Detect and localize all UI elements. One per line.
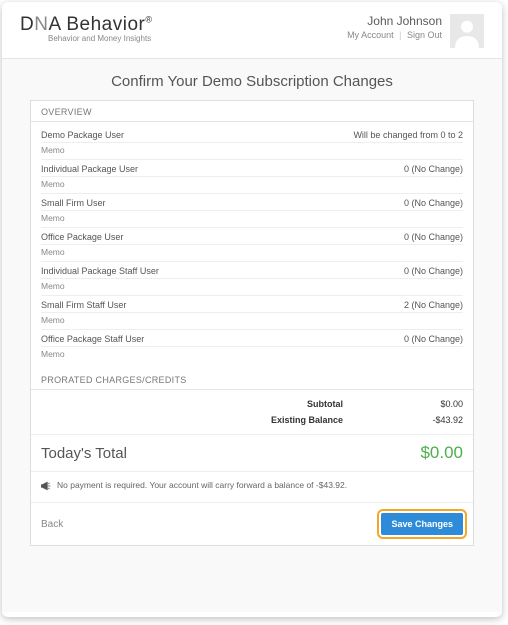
- overview-row: Small Firm User0 (No Change): [41, 194, 463, 211]
- logo[interactable]: DNA Behavior® Behavior and Money Insight…: [20, 14, 153, 43]
- overview-row: Office Package Staff User0 (No Change): [41, 330, 463, 347]
- charges-heading: PRORATED CHARGES/CREDITS: [31, 369, 473, 390]
- notice: No payment is required. Your account wil…: [31, 471, 473, 502]
- overview-body: Demo Package UserWill be changed from 0 …: [31, 122, 473, 369]
- notice-text: No payment is required. Your account wil…: [57, 480, 347, 494]
- sign-out-link[interactable]: Sign Out: [407, 30, 442, 40]
- overview-heading: OVERVIEW: [31, 101, 473, 122]
- actions: Back Save Changes: [31, 502, 473, 545]
- my-account-link[interactable]: My Account: [347, 30, 394, 40]
- link-separator: |: [399, 30, 401, 40]
- total-value: $0.00: [420, 443, 463, 463]
- charges-body: Subtotal $0.00 Existing Balance -$43.92: [31, 390, 473, 434]
- memo-row: Memo: [41, 347, 463, 363]
- overview-row: Small Firm Staff User2 (No Change): [41, 296, 463, 313]
- page-title: Confirm Your Demo Subscription Changes: [30, 73, 474, 90]
- total-label: Today's Total: [41, 445, 127, 462]
- overview-row: Individual Package User0 (No Change): [41, 160, 463, 177]
- overview-row: Individual Package Staff User0 (No Chang…: [41, 262, 463, 279]
- logo-main: DNA Behavior®: [20, 14, 153, 36]
- back-button[interactable]: Back: [41, 519, 63, 530]
- avatar[interactable]: [450, 14, 484, 48]
- user-name: John Johnson: [347, 14, 442, 28]
- overview-row: Office Package User0 (No Change): [41, 228, 463, 245]
- megaphone-icon: [41, 481, 51, 494]
- avatar-placeholder-icon: [450, 14, 484, 48]
- user-block: John Johnson My Account | Sign Out: [347, 14, 484, 48]
- overview-row: Demo Package UserWill be changed from 0 …: [41, 126, 463, 143]
- memo-row: Memo: [41, 313, 463, 330]
- total-row: Today's Total $0.00: [31, 434, 473, 471]
- header: DNA Behavior® Behavior and Money Insight…: [2, 2, 502, 59]
- save-changes-button[interactable]: Save Changes: [381, 513, 463, 535]
- subtotal-row: Subtotal $0.00: [41, 396, 463, 412]
- logo-tagline: Behavior and Money Insights: [48, 34, 153, 43]
- user-links: My Account | Sign Out: [347, 30, 442, 40]
- panel: OVERVIEW Demo Package UserWill be change…: [30, 100, 474, 546]
- memo-row: Memo: [41, 177, 463, 194]
- balance-row: Existing Balance -$43.92: [41, 412, 463, 428]
- memo-row: Memo: [41, 143, 463, 160]
- memo-row: Memo: [41, 279, 463, 296]
- memo-row: Memo: [41, 245, 463, 262]
- memo-row: Memo: [41, 211, 463, 228]
- main-content: Confirm Your Demo Subscription Changes O…: [2, 59, 502, 612]
